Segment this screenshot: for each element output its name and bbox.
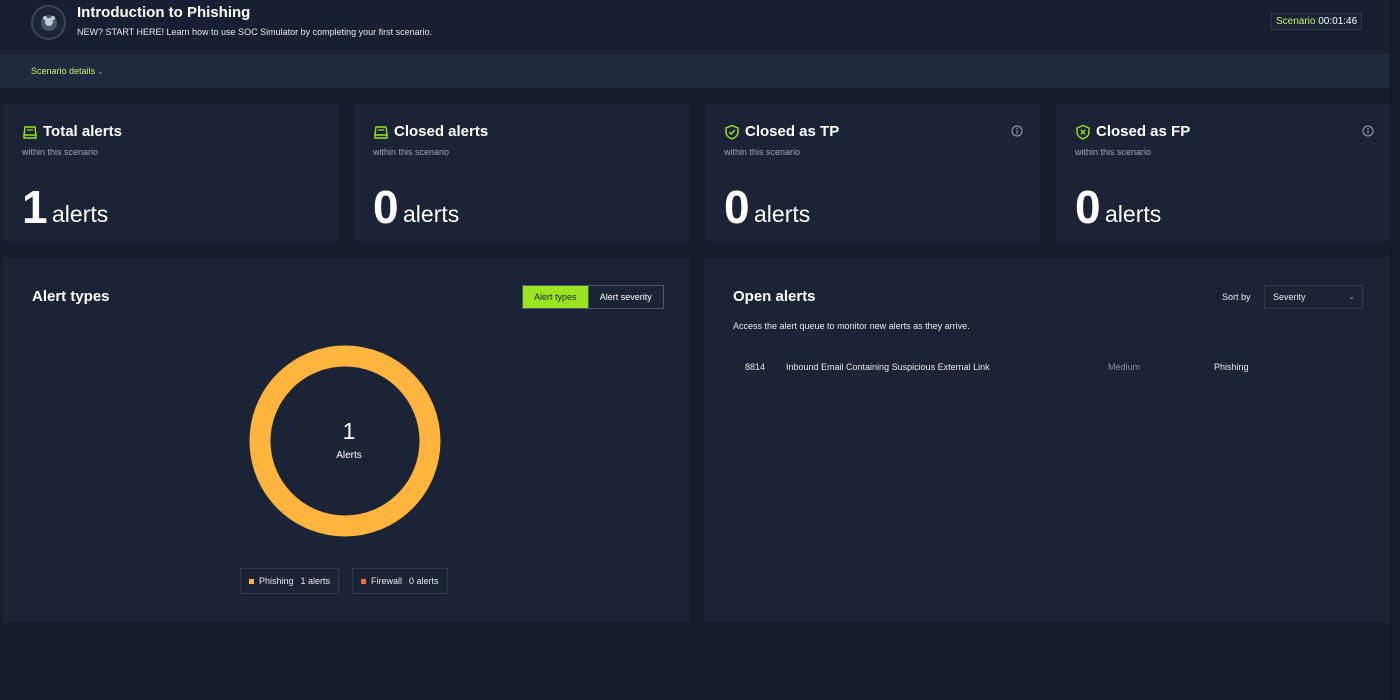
legend-swatch	[249, 578, 254, 584]
info-icon[interactable]	[1362, 125, 1374, 137]
fish-hook-icon	[40, 14, 57, 31]
legend-item-phishing[interactable]: Phishing 1 alerts	[240, 568, 340, 594]
stat-title: Total alerts	[43, 123, 122, 140]
stat-card-closed-fp: Closed as FP within this scenario 0 aler…	[1056, 104, 1391, 241]
shield-x-icon	[1076, 124, 1090, 140]
timer-label: Scenario	[1276, 16, 1316, 27]
scrollbar[interactable]	[1390, 0, 1400, 700]
donut-total: 1	[342, 418, 356, 444]
alert-id: 8814	[745, 362, 766, 372]
stat-subtitle: within this scenario	[1075, 147, 1152, 157]
stat-value: 0	[373, 181, 399, 233]
info-icon[interactable]	[1011, 125, 1023, 137]
stat-title: Closed as FP	[1096, 123, 1191, 140]
stat-unit: alerts	[1105, 201, 1162, 227]
scenario-details-bar: Scenario details ⌄	[0, 54, 1390, 88]
legend-item-firewall[interactable]: Firewall 0 alerts	[352, 568, 448, 594]
alert-view-toggle: Alert types Alert severity	[522, 285, 664, 309]
donut-total-label: Alerts	[336, 450, 362, 461]
stat-value: 0	[1075, 181, 1101, 233]
open-alerts-description: Access the alert queue to monitor new al…	[733, 321, 970, 331]
page-title: Introduction to Phishing	[77, 4, 251, 21]
stat-unit: alerts	[403, 201, 460, 227]
chevron-down-icon: ⌄	[97, 67, 104, 76]
alert-severity: Medium	[1108, 362, 1141, 372]
chevron-down-icon: ⌄	[1348, 292, 1355, 301]
sort-label: Sort by	[1222, 292, 1251, 302]
alert-name: Inbound Email Containing Suspicious Exte…	[786, 362, 990, 372]
legend-swatch	[361, 578, 366, 584]
stat-title: Closed alerts	[394, 123, 489, 140]
page-subtitle: NEW? START HERE! Learn how to use SOC Si…	[77, 27, 433, 37]
sort-select[interactable]: Severity ⌄	[1264, 285, 1363, 309]
inbox-icon	[374, 126, 388, 139]
stat-value: 1	[22, 181, 48, 233]
scenario-avatar	[31, 5, 66, 40]
stat-subtitle: within this scenario	[373, 147, 450, 157]
toggle-alert-types[interactable]: Alert types	[523, 286, 588, 308]
scenario-details-toggle[interactable]: Scenario details ⌄	[31, 66, 104, 76]
stat-card-total: Total alerts within this scenario 1 aler…	[3, 104, 338, 241]
open-alerts-panel: Open alerts Sort by Severity ⌄ Access th…	[704, 257, 1390, 623]
sort-value: Severity	[1273, 292, 1306, 302]
legend-count: 0 alerts	[409, 576, 439, 586]
stat-unit: alerts	[52, 201, 109, 227]
scenario-details-label: Scenario details	[31, 66, 96, 76]
alert-type: Phishing	[1214, 362, 1249, 372]
open-alerts-title: Open alerts	[733, 288, 816, 305]
alert-types-title: Alert types	[32, 288, 110, 305]
alert-types-panel: Alert types Alert types Alert severity 1…	[3, 257, 689, 623]
scenario-header: Introduction to Phishing NEW? START HERE…	[0, 0, 1400, 54]
legend-count: 1 alerts	[300, 576, 331, 586]
stat-value: 0	[724, 181, 750, 233]
toggle-alert-severity[interactable]: Alert severity	[587, 286, 663, 308]
stat-subtitle: within this scenario	[22, 147, 99, 157]
stat-subtitle: within this scenario	[724, 147, 801, 157]
inbox-icon	[23, 126, 37, 139]
stat-title: Closed as TP	[745, 123, 840, 140]
shield-check-icon	[725, 124, 739, 140]
timer-value: 00:01:46	[1318, 16, 1358, 27]
stat-card-closed: Closed alerts within this scenario 0 ale…	[354, 104, 689, 241]
stat-card-closed-tp: Closed as TP within this scenario 0 aler…	[705, 104, 1040, 241]
stat-unit: alerts	[754, 201, 811, 227]
legend-label: Firewall	[371, 576, 403, 586]
table-row[interactable]: 8814 Inbound Email Containing Suspicious…	[733, 353, 1363, 383]
scenario-timer: Scenario 00:01:46	[1271, 13, 1363, 30]
legend-label: Phishing	[259, 576, 294, 586]
